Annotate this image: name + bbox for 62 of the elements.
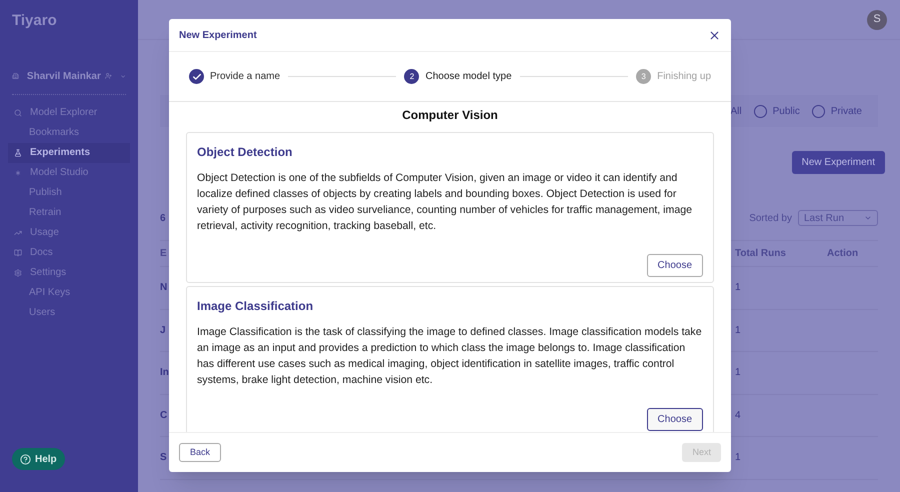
sort-dropdown[interactable]: Last Run [798, 210, 878, 226]
sidebar-subitem[interactable]: API Keys [8, 282, 130, 302]
back-button[interactable]: Back [179, 443, 222, 462]
chevron-down-icon [864, 214, 872, 222]
radio-button[interactable] [754, 104, 767, 118]
card-title: Object Detection [197, 144, 294, 161]
user-name[interactable]: Sharvil Mainkar [26, 68, 101, 84]
step-label: Finishing up [657, 70, 712, 84]
logo[interactable]: Tiyaro [8, 10, 61, 32]
avatar[interactable]: S [867, 10, 887, 30]
sidebar-subitem[interactable]: Users [8, 302, 130, 322]
column-header: E [160, 247, 168, 261]
table-cell-text: 1 [735, 281, 741, 296]
sort-label: Sorted by [749, 212, 792, 226]
sidebar-item[interactable]: Model Explorer [8, 102, 130, 122]
help-icon [20, 454, 31, 464]
choose-button[interactable]: Choose [646, 408, 703, 431]
step-number: 3 [636, 69, 652, 84]
sidebar-item[interactable]: Experiments [8, 142, 130, 162]
sidebar-item[interactable]: Model Studio [8, 162, 130, 182]
organization-icon [12, 71, 19, 81]
section-title: Computer Vision [401, 107, 499, 124]
chart-icon [14, 228, 22, 236]
column-header: Total Runs [735, 247, 787, 261]
step-number: 2 [404, 69, 420, 84]
column-header: Action [827, 247, 858, 261]
asterisk-icon [14, 168, 22, 176]
table-cell-text: 4 [735, 408, 741, 423]
radio-label: Private [830, 104, 862, 118]
dialog-title: New Experiment [179, 28, 257, 42]
close-icon[interactable] [708, 28, 721, 42]
card-description: Image Classification is the task of classifying the image to defined classes. Image classification models take an image as an input and provides a prediction to which class the image belongs to. Image classification has different use cases such as medical imaging, object identification in satellite images, traffic control systems, brake light detection, machine vision etc. [197, 325, 703, 388]
card-description: Object Detection is one of the subfields of Computer Vision, given an image or video it can identify and localize defined classes of objects by creating labels and bounding boxes. Object Detection is used for variety of purposes such as video surveliance, counting number of vehicles for traffic management, image retrieval, activity recognition, tracking baseball, etc. [197, 171, 694, 234]
table-cell-text: S [160, 451, 168, 466]
table-cell-text: 1 [735, 366, 741, 380]
radio-label: All [730, 104, 742, 118]
sidebar-subitem[interactable]: Bookmarks [8, 122, 130, 142]
table-cell-text: J [160, 324, 167, 338]
sidebar-subitem[interactable]: Publish [8, 182, 130, 202]
step-label: Provide a name [210, 70, 280, 84]
table-cell-text: 1 [735, 324, 741, 338]
new-experiment-button[interactable]: New Experiment [792, 151, 885, 174]
table-cell-text: N [160, 281, 168, 296]
radio-button[interactable] [812, 104, 825, 118]
card-title: Image Classification [197, 298, 314, 315]
book-icon [14, 248, 22, 256]
help-button[interactable]: Help [12, 448, 65, 470]
add-user-icon[interactable] [104, 71, 112, 81]
sidebar-item[interactable]: Settings [8, 262, 130, 282]
experiment-count: 6 [160, 212, 166, 226]
search-icon [14, 108, 22, 116]
step-label: Choose model type [425, 70, 512, 84]
settings-icon [14, 268, 22, 276]
flask-icon [14, 148, 22, 156]
table-cell-text: C [160, 408, 168, 423]
table-cell-text: 1 [735, 451, 741, 466]
sidebar-item[interactable]: Usage [8, 222, 130, 242]
sidebar-subitem[interactable]: Retrain [8, 202, 130, 222]
radio-label: Public [772, 104, 800, 118]
sidebar-item[interactable]: Docs [8, 242, 130, 262]
choose-button[interactable]: Choose [646, 254, 703, 277]
table-cell-text: In [160, 366, 170, 380]
